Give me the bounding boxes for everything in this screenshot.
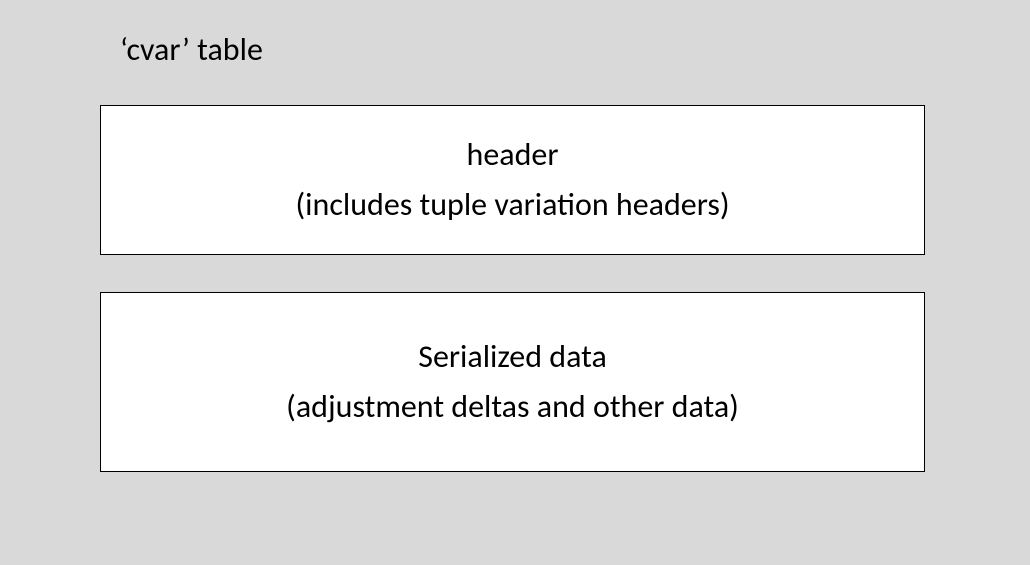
header-box-line2: (includes tuple variation headers) <box>295 180 729 230</box>
header-box: header (includes tuple variation headers… <box>100 105 925 255</box>
data-box-line2: (adjustment deltas and other data) <box>286 382 739 432</box>
header-box-line1: header <box>467 130 559 180</box>
diagram-title: ‘cvar’ table <box>120 30 263 69</box>
data-box-line1: Serialized data <box>418 332 607 382</box>
serialized-data-box: Serialized data (adjustment deltas and o… <box>100 292 925 472</box>
